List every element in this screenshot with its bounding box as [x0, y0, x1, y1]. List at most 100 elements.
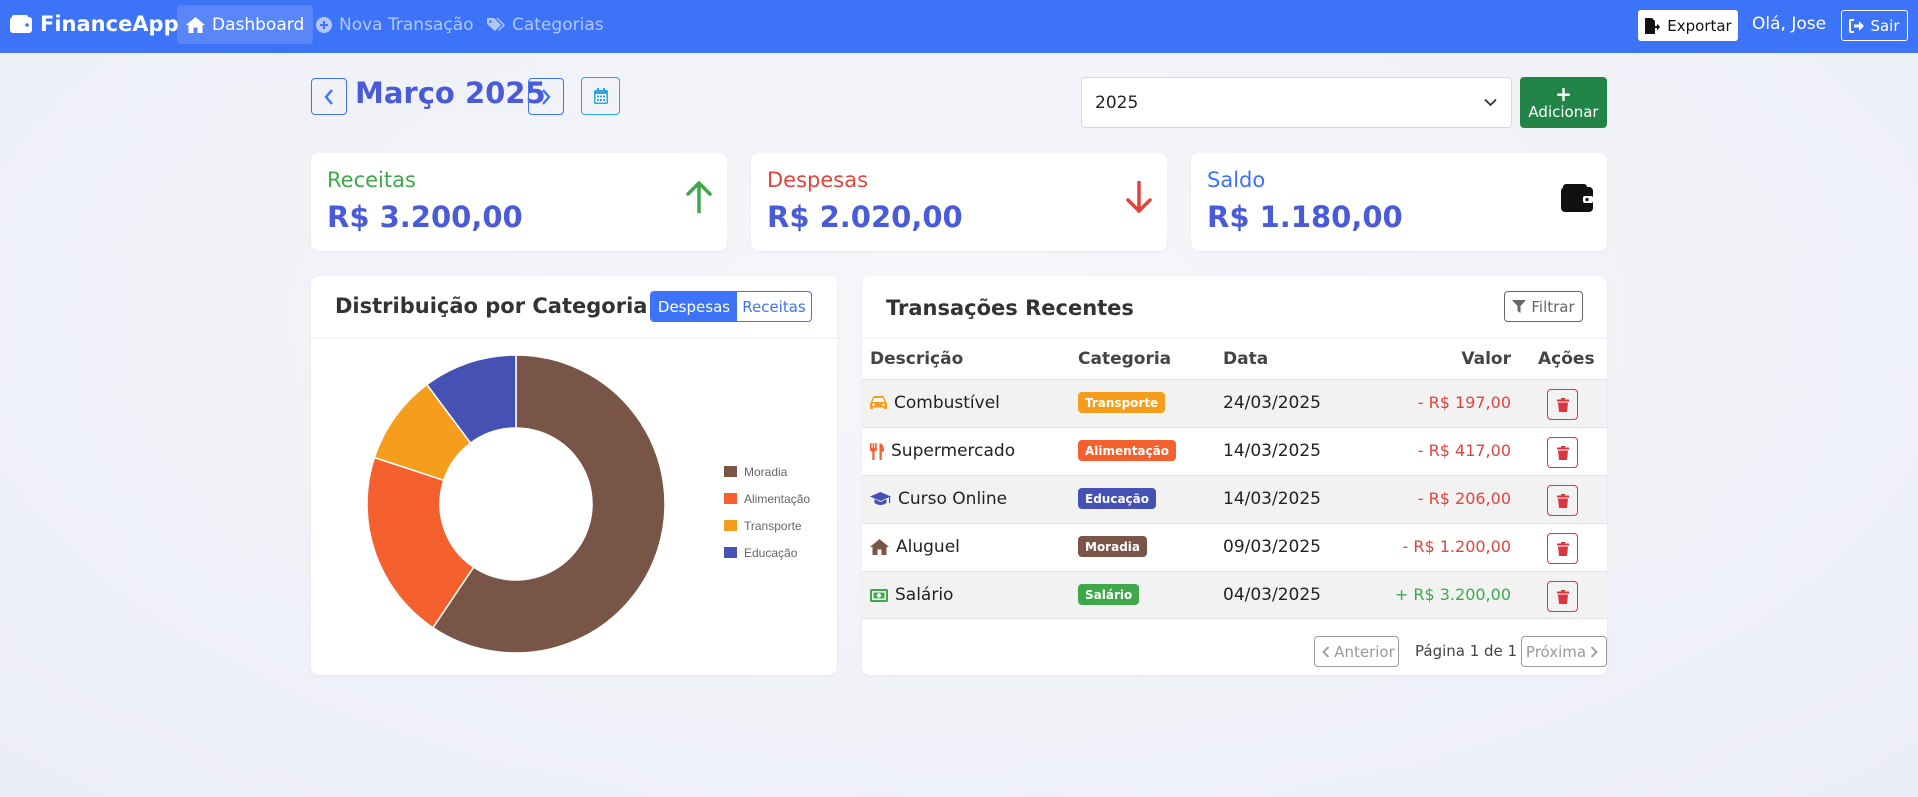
nav-dashboard[interactable]: Dashboard — [177, 5, 314, 44]
row-value: - R$ 417,00 — [1417, 441, 1511, 460]
category-badge: Educação — [1078, 488, 1156, 509]
add-label: Adicionar — [1528, 102, 1599, 121]
filter-button[interactable]: Filtrar — [1504, 291, 1583, 322]
chevron-right-icon — [1590, 645, 1598, 658]
prev-month-button[interactable] — [311, 78, 347, 115]
row-description: Aluguel — [870, 537, 960, 557]
calendar-button[interactable] — [581, 77, 620, 115]
chart-type-toggle: Despesas Receitas — [650, 291, 812, 322]
wallet-icon — [1561, 184, 1593, 212]
category-badge: Salário — [1078, 584, 1140, 605]
brand-name: FinanceApp — [40, 12, 179, 36]
col-date: Data — [1223, 349, 1269, 369]
user-greeting: Olá, Jose — [1752, 14, 1827, 34]
plus-icon: + — [1555, 81, 1572, 106]
trash-icon — [1556, 445, 1569, 460]
row-description: Combustível — [870, 393, 1000, 413]
money-bill-icon — [870, 588, 888, 602]
legend-label: Educação — [744, 545, 798, 560]
row-date: 09/03/2025 — [1223, 537, 1321, 557]
row-description-text: Supermercado — [891, 441, 1016, 461]
chevron-left-icon — [1322, 645, 1330, 658]
home-icon — [186, 16, 205, 33]
brand[interactable]: FinanceApp — [10, 12, 179, 36]
prev-page-label: Anterior — [1334, 642, 1395, 661]
legend-item[interactable]: Alimentação — [724, 485, 810, 512]
toggle-expenses[interactable]: Despesas — [651, 292, 737, 321]
trash-icon — [1556, 541, 1569, 556]
delete-button[interactable] — [1547, 533, 1578, 564]
prev-page-button[interactable]: Anterior — [1314, 636, 1399, 667]
expenses-card: Despesas R$ 2.020,00 — [751, 153, 1167, 251]
sign-out-icon — [1849, 18, 1865, 33]
chart-card-title: Distribuição por Categoria — [335, 294, 648, 318]
row-date: 24/03/2025 — [1223, 393, 1321, 413]
trash-icon — [1556, 589, 1569, 604]
income-value: R$ 3.200,00 — [327, 200, 523, 234]
legend-label: Transporte — [744, 518, 802, 533]
balance-card: Saldo R$ 1.180,00 — [1191, 153, 1607, 251]
chevron-down-icon — [1484, 98, 1497, 107]
transactions-card: Transações Recentes Filtrar Descrição Ca… — [862, 276, 1607, 675]
row-date: 14/03/2025 — [1223, 441, 1321, 461]
card-divider — [862, 338, 1607, 339]
balance-value: R$ 1.180,00 — [1207, 200, 1403, 234]
income-label: Receitas — [327, 168, 416, 192]
legend-item[interactable]: Transporte — [724, 512, 810, 539]
delete-button[interactable] — [1547, 389, 1578, 420]
transactions-title: Transações Recentes — [886, 296, 1134, 320]
legend-item[interactable]: Moradia — [724, 458, 810, 485]
logout-button[interactable]: Sair — [1841, 10, 1908, 41]
export-label: Exportar — [1667, 16, 1732, 35]
row-value: + R$ 3.200,00 — [1394, 585, 1511, 604]
table-row: Salário Salário 04/03/2025 + R$ 3.200,00 — [862, 571, 1607, 619]
toggle-income[interactable]: Receitas — [737, 292, 811, 321]
next-month-button[interactable] — [528, 78, 564, 115]
legend-swatch — [724, 466, 737, 477]
delete-button[interactable] — [1547, 581, 1578, 612]
row-description-text: Curso Online — [898, 489, 1008, 509]
legend-label: Moradia — [744, 464, 788, 479]
calendar-icon — [593, 88, 608, 104]
nav-new-transaction[interactable]: Nova Transação — [307, 5, 483, 44]
table-row: Curso Online Educação 14/03/2025 - R$ 20… — [862, 475, 1607, 523]
tags-icon — [487, 17, 505, 31]
row-value: - R$ 206,00 — [1417, 489, 1511, 508]
plus-circle-icon — [316, 16, 332, 33]
legend-item[interactable]: Educação — [724, 539, 810, 566]
wallet-icon — [10, 15, 32, 33]
row-description: Supermercado — [870, 441, 1015, 461]
trash-icon — [1556, 493, 1569, 508]
row-value: - R$ 1.200,00 — [1402, 537, 1512, 556]
nav-categories-label: Categorias — [512, 14, 604, 35]
chevron-left-icon — [324, 88, 333, 105]
chart-legend: Moradia Alimentação Transporte Educação — [724, 458, 810, 566]
trash-icon — [1556, 397, 1569, 412]
table-row: Combustível Transporte 24/03/2025 - R$ 1… — [862, 379, 1607, 427]
row-date: 04/03/2025 — [1223, 585, 1321, 605]
category-badge: Moradia — [1078, 536, 1148, 557]
nav-new-transaction-label: Nova Transação — [339, 14, 474, 35]
export-button[interactable]: Exportar — [1638, 10, 1738, 41]
next-page-label: Próxima — [1525, 642, 1587, 661]
col-value: Valor — [1461, 349, 1511, 369]
filter-label: Filtrar — [1531, 297, 1575, 316]
house-icon — [870, 539, 889, 555]
legend-swatch — [724, 547, 737, 558]
row-description: Curso Online — [870, 489, 1007, 509]
legend-label: Alimentação — [744, 491, 811, 506]
year-select[interactable]: 2025 — [1081, 77, 1512, 128]
income-card: Receitas R$ 3.200,00 — [311, 153, 727, 251]
delete-button[interactable] — [1547, 437, 1578, 468]
row-description-text: Salário — [895, 585, 954, 605]
row-description-text: Combustível — [894, 393, 1000, 413]
add-button[interactable]: + Adicionar — [1520, 77, 1607, 128]
next-page-button[interactable]: Próxima — [1521, 636, 1607, 667]
delete-button[interactable] — [1547, 485, 1578, 516]
expenses-value: R$ 2.020,00 — [767, 200, 963, 234]
col-category: Categoria — [1078, 349, 1172, 369]
nav-categories[interactable]: Categorias — [478, 5, 613, 44]
month-title: Março 2025 — [355, 76, 546, 110]
chevron-right-icon — [542, 88, 551, 105]
arrow-down-icon — [1126, 181, 1152, 213]
